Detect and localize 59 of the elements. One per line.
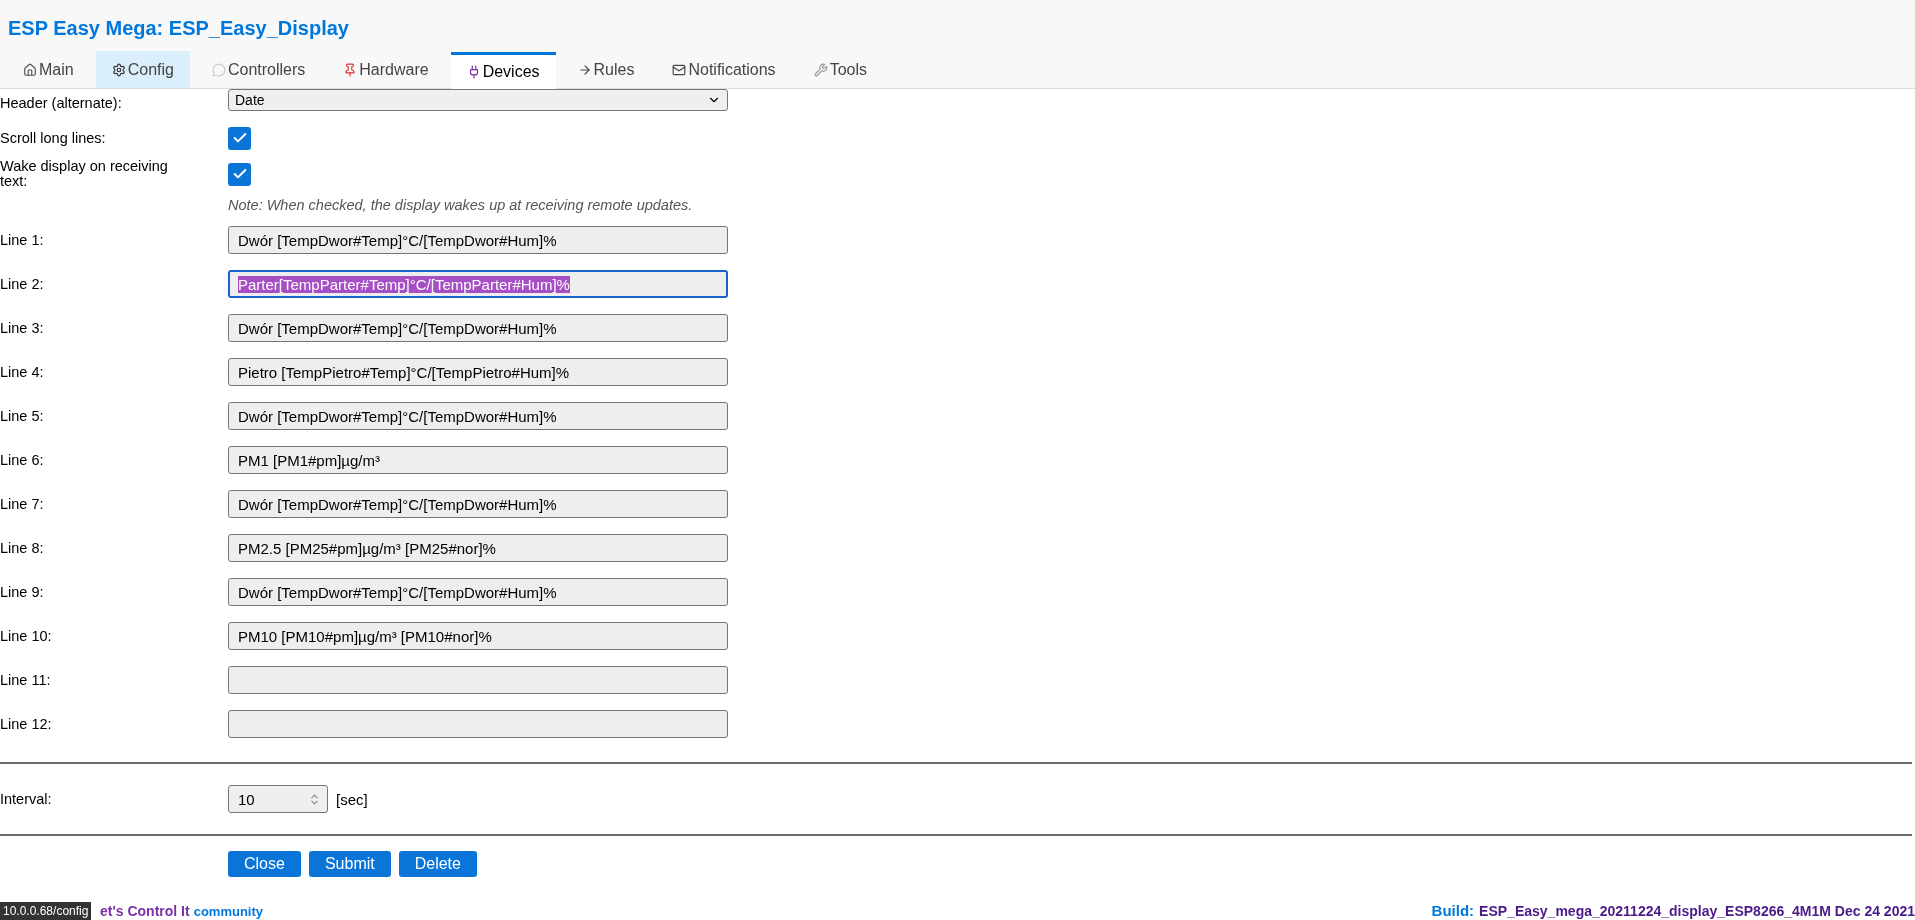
- nav-tab[interactable]: Tools: [797, 51, 883, 88]
- field-label: Line 6:: [0, 452, 45, 468]
- field-label: Line 9:: [0, 584, 45, 600]
- field-label: Line 1:: [0, 232, 45, 248]
- field-label: Line 2:: [0, 276, 45, 292]
- form-button[interactable]: Close: [228, 851, 301, 877]
- community-link[interactable]: community: [193, 904, 263, 919]
- nav-tab[interactable]: Hardware: [327, 51, 445, 88]
- nav-tab[interactable]: Main: [7, 51, 90, 88]
- config-tab-icon: [111, 62, 126, 77]
- nav-tab[interactable]: Devices: [450, 52, 556, 89]
- note-text: Note: When checked, the display wakes up at receiving remote updates.: [228, 197, 694, 213]
- field-label: Line 12:: [0, 716, 53, 732]
- unit-label: [sec]: [336, 790, 368, 808]
- brand-link[interactable]: et's Control It: [100, 903, 190, 919]
- status-tooltip: 10.0.0.68/config: [0, 902, 92, 920]
- field-label: Header (alternate):: [0, 96, 123, 111]
- build-label: Build:: [1431, 902, 1475, 919]
- controllers-tab-icon: [211, 62, 226, 77]
- tools-tab-icon: [813, 62, 828, 77]
- rules-tab-icon: [577, 62, 592, 77]
- text-field[interactable]: Dwór [TempDwor#Temp]°C/[TempDwor#Hum]%: [228, 226, 728, 254]
- text-field[interactable]: [228, 666, 728, 694]
- text-field[interactable]: Dwór [TempDwor#Temp]°C/[TempDwor#Hum]%: [228, 402, 728, 430]
- notifications-tab-icon: [672, 62, 687, 77]
- nav-tab[interactable]: Rules: [561, 51, 651, 88]
- text-field[interactable]: [228, 710, 728, 738]
- field-label: Line 7:: [0, 496, 45, 512]
- page-title: ESP Easy Mega: ESP_Easy_Display: [7, 16, 350, 37]
- home-tab-icon: [23, 62, 37, 77]
- hardware-tab-icon: [343, 62, 358, 77]
- text-field[interactable]: Dwór [TempDwor#Temp]°C/[TempDwor#Hum]%: [228, 490, 728, 518]
- text-field[interactable]: Dwór [TempDwor#Temp]°C/[TempDwor#Hum]%: [228, 314, 728, 342]
- checkbox[interactable]: [228, 162, 251, 186]
- field-label: Interval:: [0, 791, 53, 807]
- text-field[interactable]: Parter[TempParter#Temp]°C/[TempParter#Hum]%: [228, 270, 728, 298]
- nav-tab[interactable]: Controllers: [195, 51, 322, 88]
- form-button[interactable]: Delete: [398, 851, 477, 877]
- field-label: Wake display on receiving text:: [0, 159, 169, 189]
- number-field[interactable]: 10: [228, 785, 328, 813]
- form-button[interactable]: Submit: [308, 851, 391, 877]
- field-label: Scroll long lines:: [0, 130, 107, 146]
- spinner-arrows-icon[interactable]: [308, 792, 321, 806]
- field-label: Line 5:: [0, 408, 45, 424]
- text-field[interactable]: PM10 [PM10#pm]µg/m³ [PM10#nor]%: [228, 622, 728, 650]
- text-field[interactable]: Dwór [TempDwor#Temp]°C/[TempDwor#Hum]%: [228, 578, 728, 606]
- field-label: Line 8:: [0, 540, 45, 556]
- nav-tab[interactable]: Config: [95, 51, 190, 88]
- header-select[interactable]: Date: [228, 89, 728, 111]
- text-field[interactable]: PM1 [PM1#pm]µg/m³: [228, 446, 728, 474]
- build-text: ESP_Easy_mega_20211224_display_ESP8266_4M1M Dec 24 2021: [1479, 903, 1915, 919]
- checkbox[interactable]: [228, 126, 251, 150]
- field-label: Line 3:: [0, 320, 45, 336]
- text-field[interactable]: Pietro [TempPietro#Temp]°C/[TempPietro#Hum]%: [228, 358, 728, 386]
- nav-tab[interactable]: Notifications: [656, 51, 792, 88]
- field-label: Line 10:: [0, 628, 53, 644]
- field-label: Line 11:: [0, 672, 52, 688]
- text-field[interactable]: PM2.5 [PM25#pm]µg/m³ [PM25#nor]%: [228, 534, 728, 562]
- field-label: Line 4:: [0, 364, 45, 380]
